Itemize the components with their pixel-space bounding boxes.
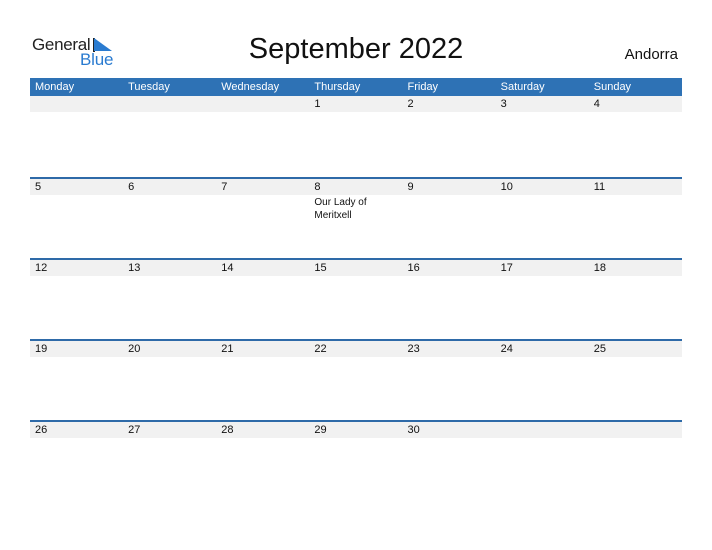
holiday-event [403, 195, 496, 222]
holiday-event [123, 357, 216, 358]
weekday-wednesday: Wednesday [221, 81, 280, 93]
holiday-event [403, 357, 496, 358]
events-row [30, 357, 682, 358]
week-row: 19 20 21 22 23 24 25 [30, 339, 682, 420]
day-number: 11 [593, 181, 606, 193]
holiday-event [123, 195, 216, 222]
holiday-event [309, 438, 402, 439]
holiday-event [216, 112, 309, 113]
holiday-event [403, 276, 496, 277]
holiday-event [589, 276, 682, 277]
weeks-container: 1 2 3 4 5 6 7 8 9 10 11 Our Lady of Meritxell 12 13 14… [30, 96, 682, 501]
page-title: September 2022 [248, 33, 464, 65]
week-row: 12 13 14 15 16 17 18 [30, 258, 682, 339]
day-number [216, 96, 309, 112]
day-number: 15 [314, 262, 327, 274]
day-number [496, 422, 589, 438]
holiday-event [309, 357, 402, 358]
weekday-header: Monday Tuesday Wednesday Thursday Friday… [30, 78, 682, 96]
weekday-sunday: Sunday [593, 81, 632, 93]
holiday-event [589, 357, 682, 358]
holiday-event [309, 112, 402, 113]
holiday-event [30, 276, 123, 277]
date-strip: 12 13 14 15 16 17 18 [30, 260, 682, 276]
events-row [30, 438, 682, 439]
day-number: 16 [407, 262, 420, 274]
events-row: Our Lady of Meritxell [30, 195, 682, 222]
day-number: 8 [314, 181, 321, 193]
day-number: 24 [500, 343, 513, 355]
date-strip: 26 27 28 29 30 [30, 422, 682, 438]
holiday-event [589, 112, 682, 113]
day-number: 3 [500, 98, 507, 110]
holiday-event [496, 438, 589, 439]
day-number: 4 [593, 98, 600, 110]
day-number: 1 [314, 98, 321, 110]
day-number: 13 [128, 262, 141, 274]
day-number: 20 [128, 343, 141, 355]
week-row: 1 2 3 4 [30, 96, 682, 177]
calendar-grid: Monday Tuesday Wednesday Thursday Friday… [30, 78, 682, 501]
day-number: 27 [128, 424, 141, 436]
weekday-tuesday: Tuesday [128, 81, 170, 93]
holiday-event [309, 276, 402, 277]
day-number [589, 422, 682, 438]
day-number: 28 [221, 424, 234, 436]
holiday-event [589, 438, 682, 439]
holiday-event: Our Lady of Meritxell [314, 197, 367, 221]
events-row [30, 276, 682, 277]
day-number: 22 [314, 343, 327, 355]
day-number [30, 96, 123, 112]
holiday-event [216, 276, 309, 277]
holiday-event [496, 276, 589, 277]
day-number: 23 [407, 343, 420, 355]
holiday-event [123, 112, 216, 113]
date-strip: 19 20 21 22 23 24 25 [30, 341, 682, 357]
day-number: 9 [407, 181, 414, 193]
day-number: 17 [500, 262, 513, 274]
day-number: 2 [407, 98, 414, 110]
day-number: 30 [407, 424, 420, 436]
week-row: 26 27 28 29 30 [30, 420, 682, 501]
day-number: 14 [221, 262, 234, 274]
day-number: 10 [500, 181, 513, 193]
day-number: 12 [35, 262, 48, 274]
events-row [30, 112, 682, 113]
day-number [123, 96, 216, 112]
weekday-friday: Friday [407, 81, 439, 93]
holiday-event [30, 357, 123, 358]
weekday-thursday: Thursday [314, 81, 361, 93]
holiday-event [30, 438, 123, 439]
holiday-event [496, 112, 589, 113]
holiday-event [30, 112, 123, 113]
holiday-event [123, 276, 216, 277]
day-number: 6 [128, 181, 135, 193]
holiday-event [216, 195, 309, 222]
country-label: Andorra [624, 46, 678, 63]
day-number: 29 [314, 424, 327, 436]
day-number: 5 [35, 181, 42, 193]
weekday-monday: Monday [35, 81, 75, 93]
holiday-event [30, 195, 123, 222]
holiday-event [216, 438, 309, 439]
holiday-event [589, 195, 682, 222]
date-strip: 1 2 3 4 [30, 96, 682, 112]
holiday-event [123, 438, 216, 439]
weekday-saturday: Saturday [500, 81, 545, 93]
holiday-event [403, 112, 496, 113]
day-number: 26 [35, 424, 48, 436]
day-number: 25 [593, 343, 606, 355]
day-number: 19 [35, 343, 48, 355]
day-number: 7 [221, 181, 228, 193]
date-strip: 5 6 7 8 9 10 11 [30, 179, 682, 195]
holiday-event [216, 357, 309, 358]
holiday-event [496, 195, 589, 222]
holiday-event [496, 357, 589, 358]
week-row: 5 6 7 8 9 10 11 Our Lady of Meritxell [30, 177, 682, 258]
holiday-event [403, 438, 496, 439]
day-number: 21 [221, 343, 234, 355]
day-number: 18 [593, 262, 606, 274]
